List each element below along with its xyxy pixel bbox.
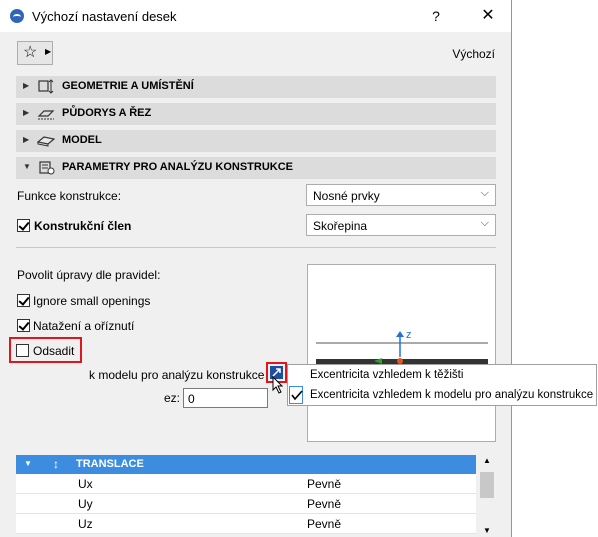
ez-input[interactable]: 0 — [183, 388, 268, 408]
expand-arrow-down-icon: ▼ — [23, 162, 31, 171]
chevron-down-icon: ⌵ — [480, 187, 489, 199]
ez-value: 0 — [188, 392, 195, 406]
axis-label: z — [406, 329, 412, 341]
expand-arrow-icon: ▶ — [23, 81, 30, 90]
structural-member-value: Skořepina — [313, 219, 368, 233]
help-button[interactable]: ? — [426, 6, 446, 26]
section-geometry[interactable]: ▶ GEOMETRIE A UMÍSTĚNÍ — [16, 76, 496, 98]
scroll-down-icon: ▼ — [483, 526, 491, 535]
settings-dialog: Výchozí nastavení desek ? ✕ ☆ ▶ Výchozí … — [0, 0, 512, 537]
checkmark-icon — [291, 390, 303, 401]
scroll-up-icon: ▲ — [483, 456, 491, 465]
table-row[interactable]: Uy Pevně — [16, 494, 476, 514]
section-label: PŮDORYS A ŘEZ — [62, 107, 152, 119]
structural-function-label: Funkce konstrukce: — [17, 189, 122, 203]
expand-arrow-icon: ▶ — [23, 108, 30, 117]
row-value: Pevně — [307, 497, 342, 511]
close-button[interactable]: ✕ — [478, 6, 498, 26]
structural-member-label: Konstrukční člen — [34, 219, 132, 233]
eccentricity-popup-menu: Excentricita vzhledem k těžišti Excentri… — [287, 364, 597, 406]
title-bar: Výchozí nastavení desek ? ✕ — [0, 0, 511, 32]
ignore-small-openings-label: Ignore small openings — [33, 294, 151, 308]
translation-label: TRANSLACE — [76, 458, 144, 470]
scroll-thumb[interactable] — [480, 472, 494, 498]
rules-label: Povolit úpravy dle pravidel: — [17, 268, 161, 282]
section-label: GEOMETRIE A UMÍSTĚNÍ — [62, 80, 194, 92]
expand-arrow-icon: ▶ — [23, 135, 30, 144]
divider — [16, 247, 496, 248]
triangle-right-icon: ▶ — [45, 47, 52, 56]
ignore-small-openings-checkbox[interactable] — [17, 294, 30, 307]
section-label: MODEL — [62, 134, 102, 146]
translation-group-row[interactable]: ▼ ↕ TRANSLACE — [16, 455, 476, 474]
geometry-icon — [38, 79, 54, 94]
slab-preview-graphic: z — [316, 329, 488, 364]
chevron-down-icon: ⌵ — [480, 217, 489, 229]
eccentricity-label: k modelu pro analýzu konstrukce — [89, 368, 265, 382]
section-model[interactable]: ▶ MODEL — [16, 130, 496, 152]
row-name: Uz — [78, 517, 93, 531]
menu-item-analytical-model[interactable]: Excentricita vzhledem k modelu pro analý… — [310, 389, 593, 401]
favorites-button[interactable]: ☆ ▶ — [17, 41, 53, 65]
structural-member-checkbox[interactable] — [17, 219, 30, 232]
floorplan-icon — [37, 110, 55, 120]
structural-function-value: Nosné prvky — [313, 189, 380, 203]
star-icon: ☆ — [23, 44, 38, 61]
structural-function-select[interactable]: Nosné prvky ⌵ — [306, 184, 496, 206]
table-row[interactable]: Ux Pevně — [16, 474, 476, 494]
preset-name: Výchozí — [452, 47, 495, 61]
row-name: Ux — [78, 477, 93, 491]
offset-label: Odsadit — [33, 344, 75, 358]
ez-label: ez: — [164, 391, 181, 405]
section-label: PARAMETRY PRO ANALÝZU KONSTRUKCE — [62, 161, 294, 173]
row-value: Pevně — [307, 517, 342, 531]
row-name: Uy — [78, 497, 93, 511]
preview-panel: z — [307, 264, 496, 442]
vertical-arrows-icon: ↕ — [53, 457, 59, 471]
mouse-cursor-icon — [272, 376, 284, 394]
model-icon — [37, 136, 55, 147]
stretch-trim-label: Natažení a oříznutí — [33, 319, 135, 333]
row-value: Pevně — [307, 477, 342, 491]
expand-arrow-down-icon: ▼ — [24, 459, 32, 468]
window-title: Výchozí nastavení desek — [32, 9, 177, 24]
offset-checkbox[interactable] — [16, 344, 29, 357]
section-structural-analysis[interactable]: ▼ PARAMETRY PRO ANALÝZU KONSTRUKCE — [16, 157, 496, 179]
structural-analysis-icon — [39, 161, 55, 175]
structural-member-select[interactable]: Skořepina ⌵ — [306, 214, 496, 236]
table-row[interactable]: Uz Pevně — [16, 514, 476, 534]
table-scrollbar[interactable]: ▲ ▼ — [478, 455, 496, 537]
archicad-logo-icon — [10, 9, 24, 23]
stretch-trim-checkbox[interactable] — [17, 319, 30, 332]
section-floorplan[interactable]: ▶ PŮDORYS A ŘEZ — [16, 103, 496, 125]
menu-item-centroid[interactable]: Excentricita vzhledem k těžišti — [310, 369, 463, 381]
